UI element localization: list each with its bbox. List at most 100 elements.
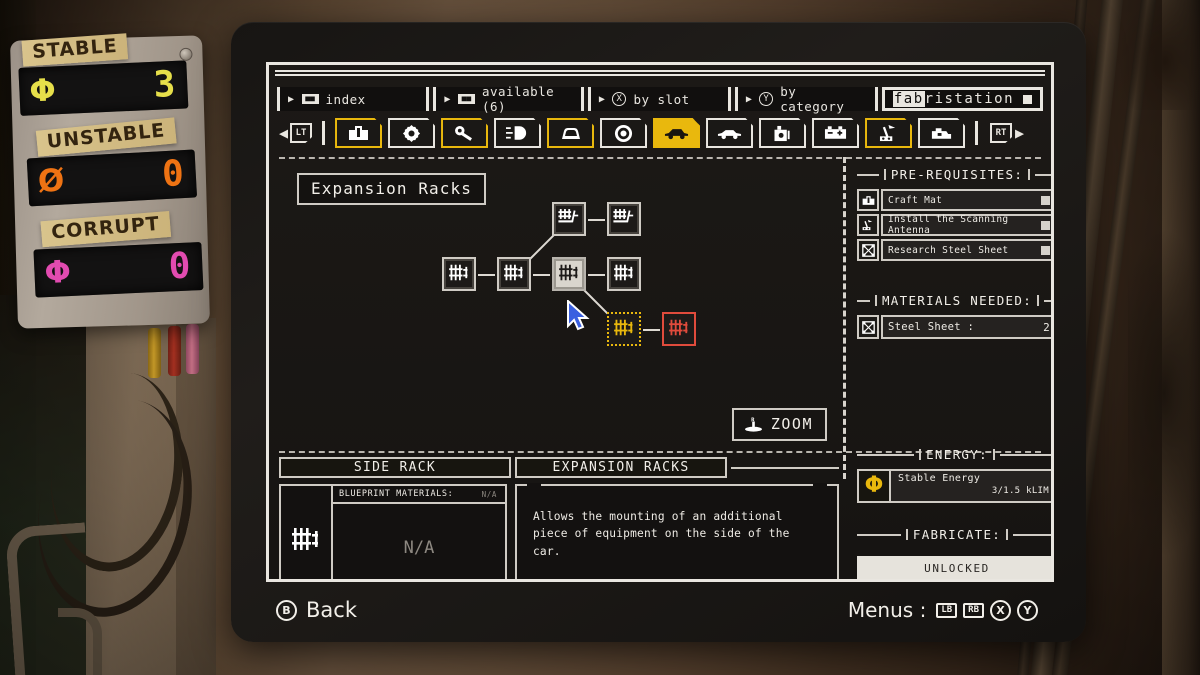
tab-engine[interactable] xyxy=(918,118,966,148)
tab-crafting-mat[interactable] xyxy=(335,118,383,148)
tech-tree-link xyxy=(588,274,605,276)
material-body: Steel Sheet : 2 xyxy=(881,315,1051,339)
bottom-info-panel: SIDE RACK EXPANSION RACKS BLUEPRINT MATE… xyxy=(279,457,839,579)
y-button-icon[interactable]: Y xyxy=(1017,599,1038,621)
battery-icon xyxy=(824,126,847,139)
description-box: Allows the mounting of an additional pie… xyxy=(515,483,839,579)
tech-tree-node[interactable] xyxy=(552,257,586,291)
description-text: Allows the mounting of an additional pie… xyxy=(533,510,790,558)
back-control[interactable]: B Back xyxy=(276,598,357,622)
menu-item-by-slot[interactable]: ▶ X by slot xyxy=(587,87,731,111)
material-quantity: 2 xyxy=(1043,320,1050,334)
energy-title: ENERGY: xyxy=(926,447,988,462)
prerequisite-row[interactable]: Install the Scanning Antenna xyxy=(857,214,1051,236)
fabristation-screen: ▶ ■■ index ▶ ■■ available (6) ▶ X by slo… xyxy=(266,62,1054,582)
rack-gold-icon xyxy=(612,317,636,342)
tab-parts[interactable] xyxy=(388,118,436,148)
zoom-button[interactable]: R ZOOM xyxy=(731,408,827,441)
tech-tree-node[interactable] xyxy=(552,202,586,236)
prerequisite-row[interactable]: Research Steel Sheet xyxy=(857,239,1051,261)
tab-lights[interactable] xyxy=(494,118,542,148)
back-label: Back xyxy=(306,598,357,622)
tech-tree-panel: Expansion Racks R ZOOM xyxy=(279,157,839,451)
prerequisite-row[interactable]: Craft Mat xyxy=(857,189,1051,211)
x-button-icon[interactable]: X xyxy=(990,599,1011,621)
meter-value-corrupt: 0 xyxy=(167,245,192,288)
blueprint-header: BLUEPRINT MATERIALS: N/A xyxy=(333,486,505,504)
tab-prev-button[interactable]: ◀ LT xyxy=(279,123,313,143)
rt-trigger-icon: RT xyxy=(990,123,1013,143)
energy-row[interactable]: Φ Stable Energy 3/1.5 kLIM xyxy=(857,469,1051,503)
bumper-key-icon: ■■ xyxy=(457,94,475,104)
brand-square-icon xyxy=(1023,94,1032,104)
tech-tree-node[interactable] xyxy=(607,257,641,291)
rb-button-icon[interactable]: RB xyxy=(963,602,984,618)
bottom-columns: BLUEPRINT MATERIALS: N/A N/A Allows the … xyxy=(279,483,839,579)
tab-side-rack[interactable]: SIDE RACK xyxy=(279,457,511,478)
tab-chassis[interactable] xyxy=(653,118,701,148)
blueprint-details: BLUEPRINT MATERIALS: N/A N/A xyxy=(333,486,505,579)
meter-value-stable: 3 xyxy=(152,63,177,106)
blueprint-header-label: BLUEPRINT MATERIALS: xyxy=(339,489,454,499)
checkbox-icon xyxy=(1041,220,1050,230)
tech-tree-node[interactable] xyxy=(607,312,641,346)
fabricate-button[interactable]: UNLOCKED xyxy=(857,556,1051,579)
rack-icon xyxy=(292,528,318,550)
screen-body: Expansion Racks R ZOOM PRE-REQUISITES: C… xyxy=(279,157,1051,579)
tech-tree-canvas[interactable] xyxy=(279,157,839,451)
menu-item-by-category[interactable]: ▶ Y by category xyxy=(734,84,878,114)
menu-item-index[interactable]: ▶ ■■ index xyxy=(277,87,430,111)
car-icon xyxy=(664,128,689,139)
rack-icon xyxy=(557,262,581,287)
tech-tree-node[interactable] xyxy=(442,257,476,291)
prerequisite-body: Craft Mat xyxy=(881,189,1051,211)
tech-tree-node[interactable] xyxy=(497,257,531,291)
b-button-icon: B xyxy=(276,599,297,621)
material-row[interactable]: Steel Sheet : 2 xyxy=(857,315,1051,339)
tech-tree-node[interactable] xyxy=(607,202,641,236)
materials-title: MATERIALS NEEDED: xyxy=(881,293,1033,308)
tab-fuel[interactable] xyxy=(759,118,807,148)
blueprint-header-value: N/A xyxy=(481,489,497,499)
blueprint-box: BLUEPRINT MATERIALS: N/A N/A xyxy=(279,484,507,579)
tech-tree-link xyxy=(643,329,660,331)
tab-battery[interactable] xyxy=(812,118,860,148)
tab-keys[interactable] xyxy=(441,118,489,148)
steel-icon xyxy=(857,239,879,261)
tab-vehicle[interactable] xyxy=(706,118,754,148)
material-label: Steel Sheet : xyxy=(888,321,975,333)
tab-body[interactable] xyxy=(547,118,595,148)
tech-tree-node[interactable] xyxy=(662,312,696,346)
screw-icon xyxy=(179,47,193,62)
tab-antenna[interactable] xyxy=(865,118,913,148)
unstable-energy-symbol: Ø xyxy=(36,162,66,200)
headlight-icon xyxy=(506,126,527,140)
play-triangle-icon: ▶ xyxy=(598,93,606,105)
right-stick-icon: R xyxy=(744,417,763,432)
menus-label: Menus : xyxy=(847,598,927,622)
meter-label-corrupt: CORRUPT xyxy=(40,211,171,248)
tab-next-button[interactable]: RT ▶ xyxy=(988,123,1024,143)
menus-control: Menus : LB RB X Y xyxy=(848,598,1038,622)
key-icon xyxy=(455,125,472,141)
menu-item-available[interactable]: ▶ ■■ available (6) xyxy=(433,84,584,114)
rack-red-icon xyxy=(667,317,691,342)
tab-wheels[interactable] xyxy=(600,118,648,148)
tab-expansion-racks[interactable]: EXPANSION RACKS xyxy=(515,457,727,478)
category-tab-strip: ◀ LT RT ▶ xyxy=(279,115,1041,151)
bumper-key-icon: ■■ xyxy=(301,94,319,104)
menu-item-by-slot-label: by slot xyxy=(633,91,690,107)
tech-tree-link xyxy=(533,274,550,276)
energy-header: ENERGY: xyxy=(857,447,1051,462)
menu-item-index-label: index xyxy=(325,91,366,107)
play-triangle-icon: ▶ xyxy=(444,93,451,105)
top-menu-row: ▶ ■■ index ▶ ■■ available (6) ▶ X by slo… xyxy=(277,84,1043,114)
stable-energy-symbol: Φ xyxy=(857,469,891,503)
bottom-tab-row: SIDE RACK EXPANSION RACKS xyxy=(279,457,839,478)
footer-bar: B Back Menus : LB RB X Y xyxy=(266,588,1054,632)
wheel-icon xyxy=(614,124,633,142)
lb-button-icon[interactable]: LB xyxy=(936,602,958,618)
rack-icon xyxy=(447,262,471,287)
fabricate-title: FABRICATE: xyxy=(912,527,1002,542)
game-screenshot-root: STABLE Φ 3 UNSTABLE Ø 0 CORRUPT Φ 0 ▶ ■■… xyxy=(0,0,1200,675)
